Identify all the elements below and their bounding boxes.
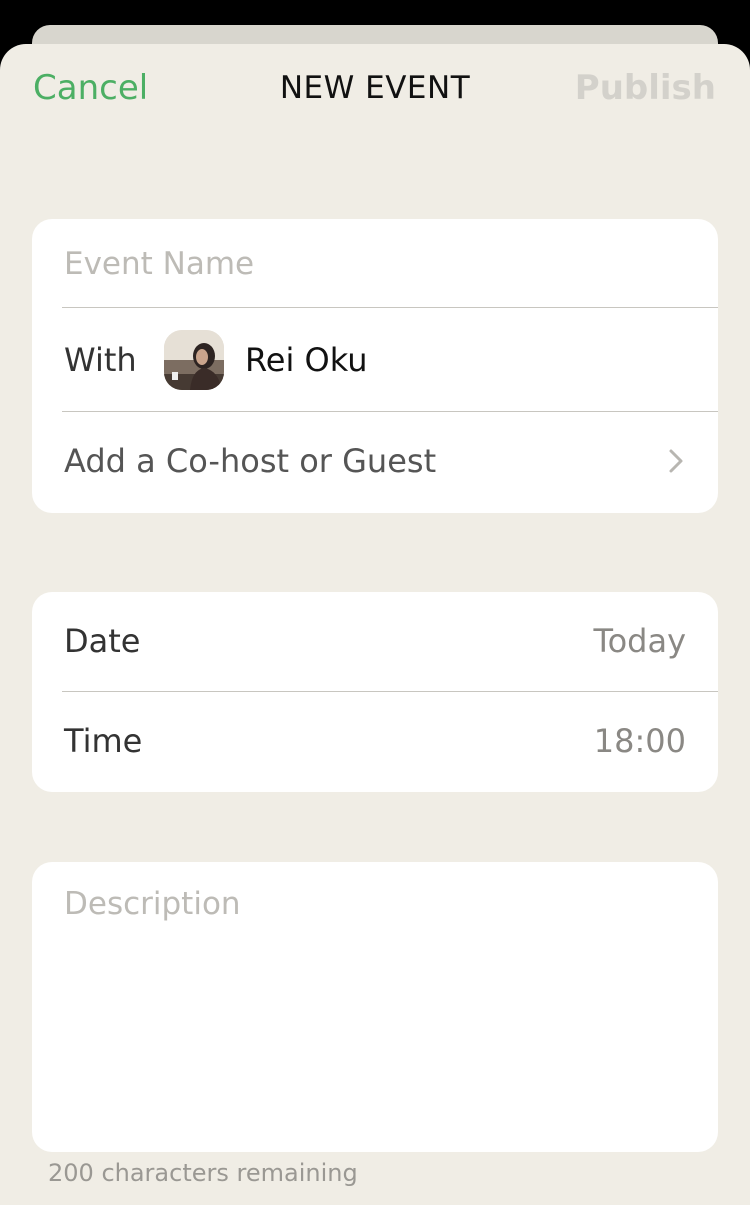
time-row[interactable]: Time 18:00 — [32, 692, 718, 791]
date-row[interactable]: Date Today — [32, 592, 718, 691]
publish-button[interactable]: Publish — [575, 68, 716, 108]
add-cohost-guest-row[interactable]: Add a Co-host or Guest — [32, 412, 718, 513]
date-value: Today — [593, 622, 686, 660]
date-label: Date — [64, 622, 141, 660]
host-name: Rei Oku — [245, 341, 368, 379]
avatar-photo-icon — [164, 330, 224, 390]
description-input[interactable] — [64, 886, 684, 1126]
divider — [62, 307, 718, 308]
with-label: With — [64, 341, 137, 379]
time-label: Time — [64, 722, 143, 760]
nav-bar: Cancel NEW EVENT Publish — [0, 58, 750, 120]
event-name-input[interactable] — [64, 241, 684, 287]
description-card — [32, 862, 718, 1152]
schedule-card: Date Today Time 18:00 — [32, 592, 718, 792]
time-value: 18:00 — [593, 722, 686, 760]
characters-remaining: 200 characters remaining — [48, 1159, 358, 1187]
add-cohost-guest-label: Add a Co-host or Guest — [64, 442, 437, 480]
chevron-right-icon — [669, 449, 683, 473]
cancel-button[interactable]: Cancel — [33, 68, 148, 108]
event-details-card: With Rei Oku Add a Co-host or Guest — [32, 219, 718, 513]
host-avatar — [164, 330, 224, 390]
